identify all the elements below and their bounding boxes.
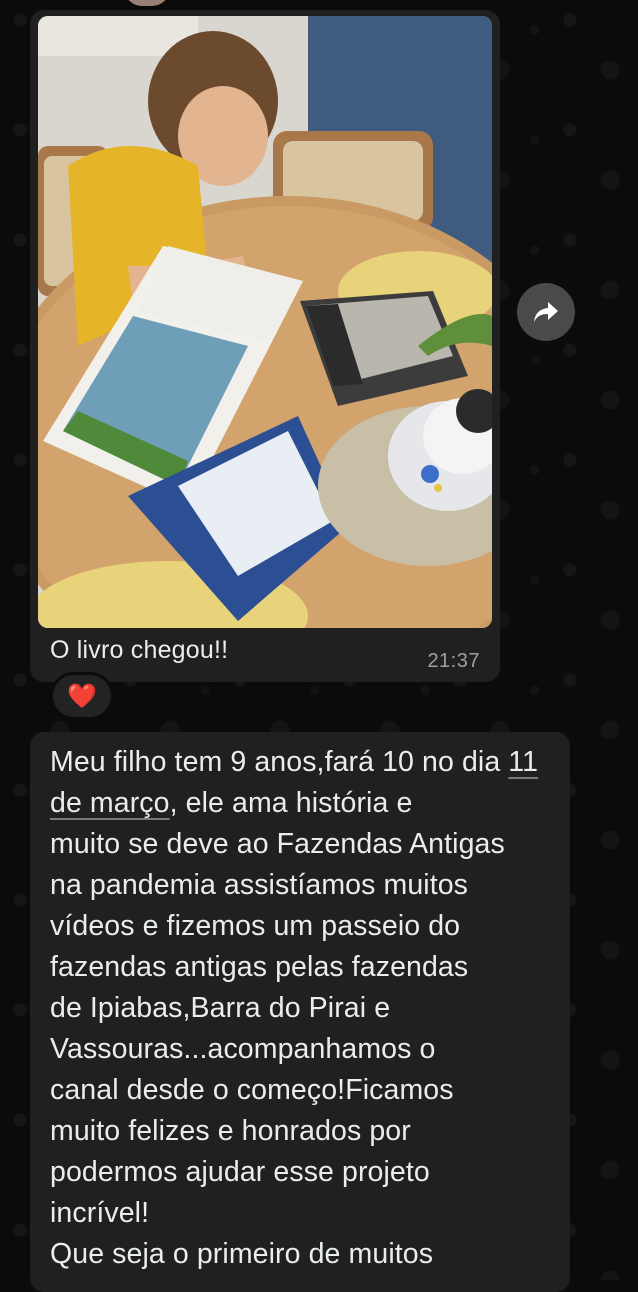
reaction-badge[interactable]: ❤️ [50, 672, 114, 720]
photo-caption: O livro chegou!! [50, 636, 229, 664]
text-message-bubble[interactable]: Meu filho tem 9 anos,fará 10 no dia 11 d… [30, 732, 570, 1292]
forward-arrow-icon [534, 302, 558, 322]
heart-icon: ❤️ [67, 682, 97, 710]
photo-message-bubble[interactable]: O livro chegou!! 21:37 [30, 10, 500, 682]
forward-button[interactable] [517, 283, 575, 341]
photo-illustration [38, 16, 492, 628]
message-text: Meu filho tem 9 anos,fará 10 no dia 11 d… [50, 742, 560, 1275]
message-photo[interactable] [38, 16, 492, 628]
message-timestamp: 21:37 [427, 650, 480, 672]
message-text-rest: , ele ama história e muito se deve ao Fa… [50, 787, 505, 1270]
message-text-start: Meu filho tem 9 anos,fará 10 no dia [50, 746, 509, 778]
